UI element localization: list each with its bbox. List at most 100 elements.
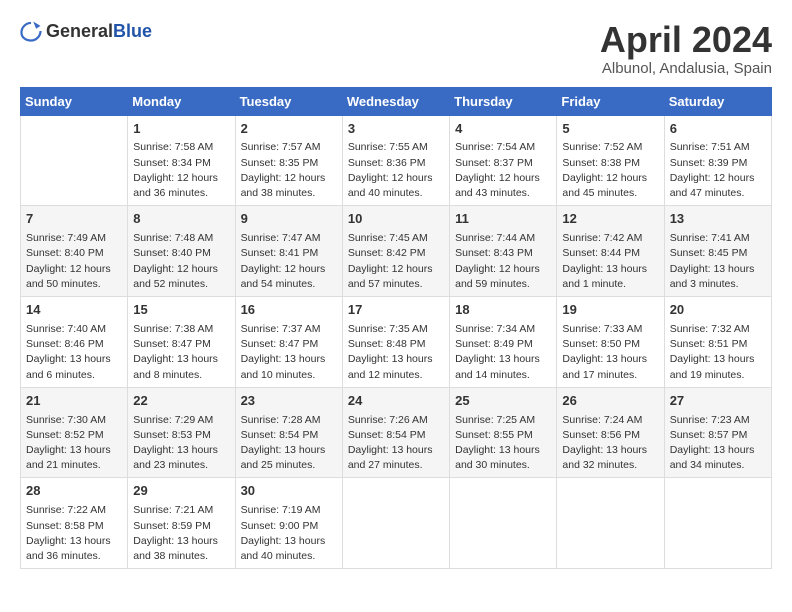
calendar-cell: 3Sunrise: 7:55 AM Sunset: 8:36 PM Daylig… — [342, 115, 449, 206]
calendar-week-row: 1Sunrise: 7:58 AM Sunset: 8:34 PM Daylig… — [21, 115, 772, 206]
header-cell-sunday: Sunday — [21, 87, 128, 115]
calendar-cell: 17 Sunrise: 7:35 AM Sunset: 8:48 PM Dayli… — [342, 297, 449, 388]
day-number: 1 — [133, 120, 229, 139]
day-number: 30 — [241, 482, 337, 501]
day-info: Sunrise: 7:48 AM Sunset: 8:40 PM Dayligh… — [133, 231, 229, 292]
calendar-header: SundayMondayTuesdayWednesdayThursdayFrid… — [21, 87, 772, 115]
calendar-cell: 23 Sunrise: 7:28 AM Sunset: 8:54 PM Dayli… — [235, 387, 342, 478]
day-number: 9 — [241, 210, 337, 229]
calendar-cell: 5Sunrise: 7:52 AM Sunset: 8:38 PM Daylig… — [557, 115, 664, 206]
day-info: Sunrise: 7:38 AM Sunset: 8:47 PM Dayligh… — [133, 322, 229, 383]
day-number: 5 — [562, 120, 658, 139]
day-number: 21 — [26, 392, 122, 411]
day-number: 20 — [670, 301, 766, 320]
day-number: 18 — [455, 301, 551, 320]
day-info: Sunrise: 7:21 AM Sunset: 8:59 PM Dayligh… — [133, 503, 229, 564]
calendar-cell: 20 Sunrise: 7:32 AM Sunset: 8:51 PM Dayli… — [664, 297, 771, 388]
day-number: 8 — [133, 210, 229, 229]
calendar-cell: 28 Sunrise: 7:22 AM Sunset: 8:58 PM Dayli… — [21, 478, 128, 569]
day-info: Sunrise: 7:42 AM Sunset: 8:44 PM Dayligh… — [562, 231, 658, 292]
day-info: Sunrise: 7:23 AM Sunset: 8:57 PM Dayligh… — [670, 413, 766, 474]
day-info: Sunrise: 7:19 AM Sunset: 9:00 PM Dayligh… — [241, 503, 337, 564]
day-info: Sunrise: 7:34 AM Sunset: 8:49 PM Dayligh… — [455, 322, 551, 383]
header-cell-friday: Friday — [557, 87, 664, 115]
day-info: Sunrise: 7:28 AM Sunset: 8:54 PM Dayligh… — [241, 413, 337, 474]
day-info: Sunrise: 7:35 AM Sunset: 8:48 PM Dayligh… — [348, 322, 444, 383]
header-cell-wednesday: Wednesday — [342, 87, 449, 115]
calendar-cell: 16 Sunrise: 7:37 AM Sunset: 8:47 PM Dayli… — [235, 297, 342, 388]
day-number: 22 — [133, 392, 229, 411]
calendar-week-row: 14 Sunrise: 7:40 AM Sunset: 8:46 PM Dayli… — [21, 297, 772, 388]
header-cell-thursday: Thursday — [450, 87, 557, 115]
day-info: Sunrise: 7:57 AM Sunset: 8:35 PM Dayligh… — [241, 140, 337, 201]
day-info: Sunrise: 7:33 AM Sunset: 8:50 PM Dayligh… — [562, 322, 658, 383]
calendar-cell — [342, 478, 449, 569]
logo: GeneralBlue — [20, 20, 152, 42]
day-number: 15 — [133, 301, 229, 320]
calendar-cell — [664, 478, 771, 569]
day-number: 12 — [562, 210, 658, 229]
day-number: 29 — [133, 482, 229, 501]
day-number: 4 — [455, 120, 551, 139]
calendar-cell: 15 Sunrise: 7:38 AM Sunset: 8:47 PM Dayli… — [128, 297, 235, 388]
day-info: Sunrise: 7:25 AM Sunset: 8:55 PM Dayligh… — [455, 413, 551, 474]
calendar-cell: 19 Sunrise: 7:33 AM Sunset: 8:50 PM Dayli… — [557, 297, 664, 388]
calendar-cell: 13Sunrise: 7:41 AM Sunset: 8:45 PM Dayli… — [664, 206, 771, 297]
day-info: Sunrise: 7:54 AM Sunset: 8:37 PM Dayligh… — [455, 140, 551, 201]
calendar-week-row: 28 Sunrise: 7:22 AM Sunset: 8:58 PM Dayli… — [21, 478, 772, 569]
calendar-cell: 1Sunrise: 7:58 AM Sunset: 8:34 PM Daylig… — [128, 115, 235, 206]
day-number: 7 — [26, 210, 122, 229]
day-info: Sunrise: 7:24 AM Sunset: 8:56 PM Dayligh… — [562, 413, 658, 474]
calendar-cell: 29 Sunrise: 7:21 AM Sunset: 8:59 PM Dayli… — [128, 478, 235, 569]
calendar-cell: 25 Sunrise: 7:25 AM Sunset: 8:55 PM Dayli… — [450, 387, 557, 478]
day-number: 23 — [241, 392, 337, 411]
calendar-body: 1Sunrise: 7:58 AM Sunset: 8:34 PM Daylig… — [21, 115, 772, 569]
header-row: SundayMondayTuesdayWednesdayThursdayFrid… — [21, 87, 772, 115]
calendar-cell: 2Sunrise: 7:57 AM Sunset: 8:35 PM Daylig… — [235, 115, 342, 206]
logo-text-general: General — [46, 21, 113, 41]
day-info: Sunrise: 7:26 AM Sunset: 8:54 PM Dayligh… — [348, 413, 444, 474]
calendar-cell — [21, 115, 128, 206]
logo-text-blue: Blue — [113, 21, 152, 41]
calendar-table: SundayMondayTuesdayWednesdayThursdayFrid… — [20, 87, 772, 570]
day-info: Sunrise: 7:40 AM Sunset: 8:46 PM Dayligh… — [26, 322, 122, 383]
calendar-cell — [450, 478, 557, 569]
day-number: 28 — [26, 482, 122, 501]
day-info: Sunrise: 7:58 AM Sunset: 8:34 PM Dayligh… — [133, 140, 229, 201]
calendar-cell: 24 Sunrise: 7:26 AM Sunset: 8:54 PM Dayli… — [342, 387, 449, 478]
calendar-cell: 30 Sunrise: 7:19 AM Sunset: 9:00 PM Dayli… — [235, 478, 342, 569]
day-info: Sunrise: 7:32 AM Sunset: 8:51 PM Dayligh… — [670, 322, 766, 383]
day-info: Sunrise: 7:45 AM Sunset: 8:42 PM Dayligh… — [348, 231, 444, 292]
calendar-cell: 22Sunrise: 7:29 AM Sunset: 8:53 PM Dayli… — [128, 387, 235, 478]
day-number: 27 — [670, 392, 766, 411]
day-info: Sunrise: 7:49 AM Sunset: 8:40 PM Dayligh… — [26, 231, 122, 292]
calendar-cell: 21 Sunrise: 7:30 AM Sunset: 8:52 PM Dayli… — [21, 387, 128, 478]
calendar-cell: 6Sunrise: 7:51 AM Sunset: 8:39 PM Daylig… — [664, 115, 771, 206]
day-number: 17 — [348, 301, 444, 320]
day-number: 25 — [455, 392, 551, 411]
day-number: 24 — [348, 392, 444, 411]
day-number: 11 — [455, 210, 551, 229]
day-info: Sunrise: 7:30 AM Sunset: 8:52 PM Dayligh… — [26, 413, 122, 474]
day-info: Sunrise: 7:22 AM Sunset: 8:58 PM Dayligh… — [26, 503, 122, 564]
day-info: Sunrise: 7:37 AM Sunset: 8:47 PM Dayligh… — [241, 322, 337, 383]
day-info: Sunrise: 7:44 AM Sunset: 8:43 PM Dayligh… — [455, 231, 551, 292]
month-title: April 2024 — [600, 20, 772, 60]
day-number: 26 — [562, 392, 658, 411]
header: GeneralBlue April 2024 Albunol, Andalusi… — [20, 20, 772, 77]
day-info: Sunrise: 7:55 AM Sunset: 8:36 PM Dayligh… — [348, 140, 444, 201]
day-info: Sunrise: 7:41 AM Sunset: 8:45 PM Dayligh… — [670, 231, 766, 292]
header-cell-saturday: Saturday — [664, 87, 771, 115]
day-number: 14 — [26, 301, 122, 320]
day-number: 3 — [348, 120, 444, 139]
header-cell-monday: Monday — [128, 87, 235, 115]
calendar-cell: 9Sunrise: 7:47 AM Sunset: 8:41 PM Daylig… — [235, 206, 342, 297]
header-cell-tuesday: Tuesday — [235, 87, 342, 115]
calendar-cell — [557, 478, 664, 569]
calendar-cell: 11 Sunrise: 7:44 AM Sunset: 8:43 PM Dayli… — [450, 206, 557, 297]
day-number: 10 — [348, 210, 444, 229]
calendar-cell: 27 Sunrise: 7:23 AM Sunset: 8:57 PM Dayli… — [664, 387, 771, 478]
day-info: Sunrise: 7:51 AM Sunset: 8:39 PM Dayligh… — [670, 140, 766, 201]
day-number: 19 — [562, 301, 658, 320]
day-number: 16 — [241, 301, 337, 320]
